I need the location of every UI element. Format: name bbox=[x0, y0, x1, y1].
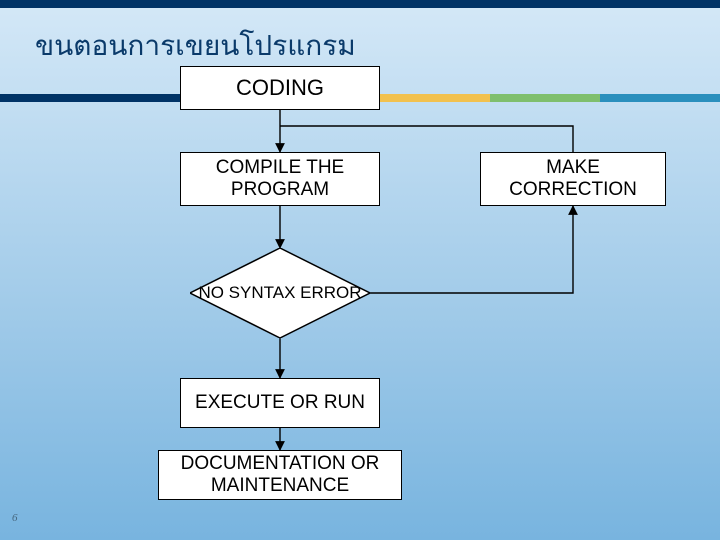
page-number: 6 bbox=[12, 512, 18, 524]
flow-connectors bbox=[0, 0, 720, 540]
